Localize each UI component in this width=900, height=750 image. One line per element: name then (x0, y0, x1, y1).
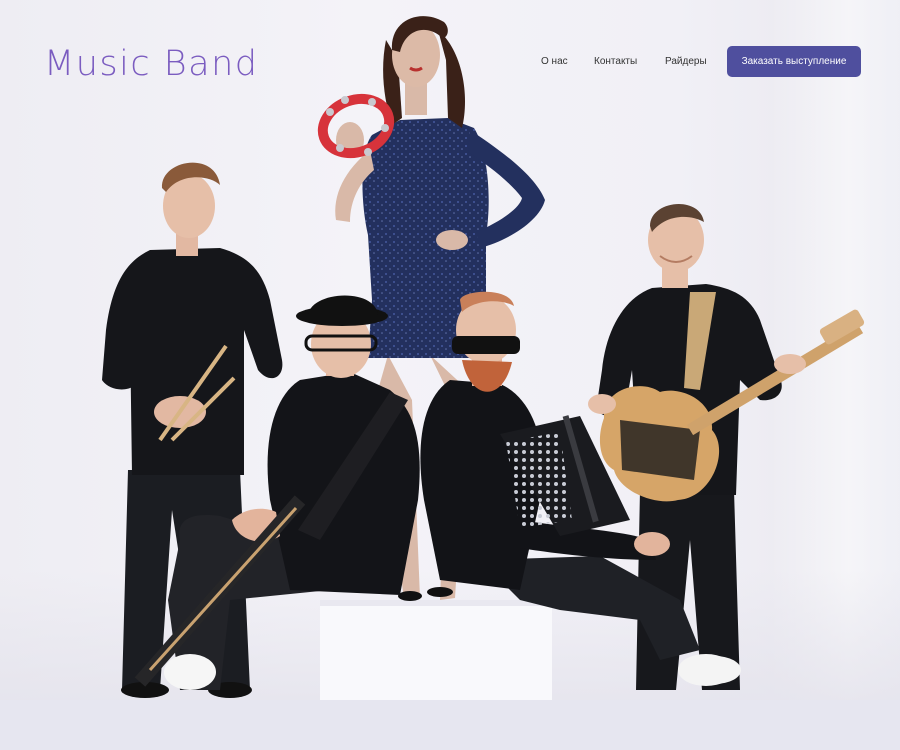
white-cube (320, 600, 552, 700)
nav-link-contacts[interactable]: Контакты (594, 55, 637, 69)
book-performance-button[interactable]: Заказать выступление (727, 46, 861, 77)
nav-link-riders[interactable]: Райдеры (665, 55, 707, 69)
nav-link-about[interactable]: О нас (541, 55, 568, 69)
logo[interactable]: Music Band (44, 44, 258, 84)
bottom-strip (0, 700, 900, 750)
site-header: Music Band О нас Контакты Райдеры Заказа… (0, 0, 900, 120)
